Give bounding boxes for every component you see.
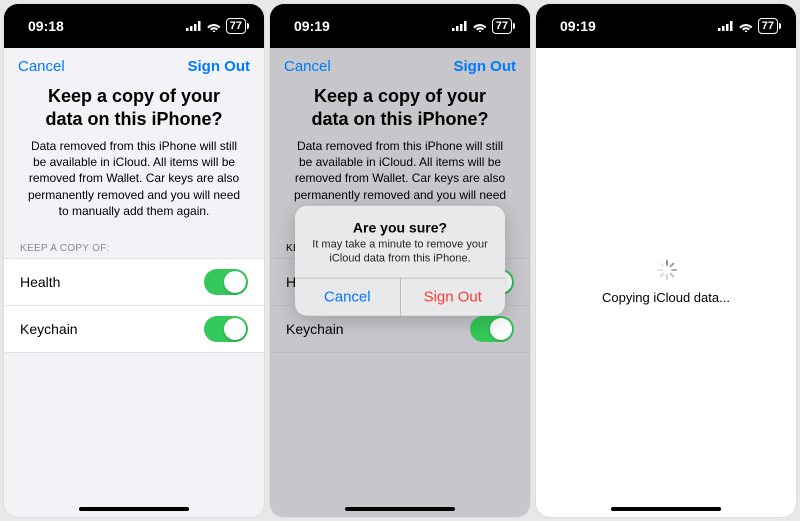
loading-text: Copying iCloud data...: [602, 290, 730, 305]
spinner-icon: [656, 260, 676, 280]
section-header: KEEP A COPY OF:: [4, 237, 264, 258]
home-indicator: [79, 507, 189, 511]
wifi-icon: [738, 21, 754, 32]
home-indicator: [345, 507, 455, 511]
toggle-keychain[interactable]: [204, 316, 248, 342]
confirm-signout-alert: Are you sure? It may take a minute to re…: [295, 205, 505, 316]
battery-icon: 77: [226, 18, 246, 34]
status-time: 09:19: [560, 18, 596, 34]
loading-area: Copying iCloud data...: [536, 48, 796, 517]
status-time: 09:19: [294, 18, 330, 34]
status-bar: 09:19 77: [536, 4, 796, 48]
list-item-keychain: Keychain: [4, 306, 264, 353]
status-right: 77: [718, 18, 778, 34]
alert-buttons: Cancel Sign Out: [295, 278, 505, 316]
list-item-label: Keychain: [20, 321, 78, 337]
alert-title: Are you sure?: [295, 205, 505, 237]
status-bar: 09:18 77: [4, 4, 264, 48]
toggle-keychain[interactable]: [470, 316, 514, 342]
sign-out-button[interactable]: Sign Out: [188, 58, 251, 75]
page-title: Keep a copy of your data on this iPhone?: [270, 81, 530, 138]
alert-signout-button[interactable]: Sign Out: [400, 279, 506, 316]
cancel-button[interactable]: Cancel: [18, 58, 65, 75]
wifi-icon: [472, 21, 488, 32]
list-item-health: Health: [4, 258, 264, 306]
list-item-label: Health: [20, 274, 60, 290]
alert-cancel-button[interactable]: Cancel: [295, 279, 400, 316]
home-indicator: [611, 507, 721, 511]
nav-bar: Cancel Sign Out: [4, 48, 264, 81]
list-item-label: Keychain: [286, 321, 344, 337]
status-bar: 09:19 77: [270, 4, 530, 48]
alert-message: It may take a minute to remove your iClo…: [295, 237, 505, 278]
battery-icon: 77: [758, 18, 778, 34]
nav-bar: Cancel Sign Out: [270, 48, 530, 81]
wifi-icon: [206, 21, 222, 32]
battery-icon: 77: [492, 18, 512, 34]
signout-keep-copy-screen: 09:18 77 Cancel Sign Out Keep a copy of …: [4, 4, 264, 517]
signout-keep-copy-screen-with-alert: 09:19 77 Cancel Sign Out Keep a copy of …: [270, 4, 530, 517]
sign-out-button[interactable]: Sign Out: [454, 58, 517, 75]
cellular-signal-icon: [718, 21, 734, 31]
toggle-health[interactable]: [204, 269, 248, 295]
copying-icloud-screen: 09:19 77 Copying iCloud data...: [536, 4, 796, 517]
page-description: Data removed from this iPhone will still…: [4, 138, 264, 237]
keep-copy-list: Health Keychain: [4, 258, 264, 353]
status-time: 09:18: [28, 18, 64, 34]
cellular-signal-icon: [186, 21, 202, 31]
cancel-button[interactable]: Cancel: [284, 58, 331, 75]
cellular-signal-icon: [452, 21, 468, 31]
page-title: Keep a copy of your data on this iPhone?: [4, 81, 264, 138]
status-right: 77: [186, 18, 246, 34]
status-right: 77: [452, 18, 512, 34]
